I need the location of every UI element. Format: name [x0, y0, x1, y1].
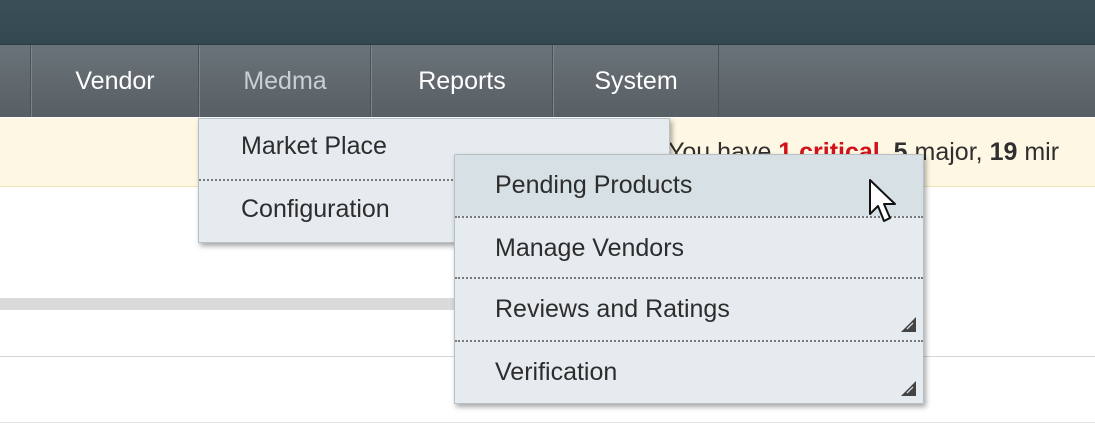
menu-item-label: Reviews and Ratings: [495, 295, 730, 323]
main-navigation: Vendor Medma Reports System: [0, 45, 1095, 117]
menu-item-label: Manage Vendors: [495, 234, 685, 262]
nav-divider: [718, 45, 719, 117]
menu-item-label: Market Place: [241, 132, 387, 160]
menu-item-reviews-and-ratings[interactable]: Reviews and Ratings: [455, 279, 923, 340]
nav-item-vendor[interactable]: Vendor: [30, 45, 199, 117]
content-divider-band: [0, 298, 460, 310]
menu-item-label: Pending Products: [495, 171, 693, 199]
content-divider: [0, 422, 1095, 423]
minor-label: mir: [1017, 138, 1060, 166]
minor-count: 19: [989, 138, 1018, 166]
submenu-arrow-icon: [901, 381, 916, 396]
menu-item-label: Verification: [495, 358, 618, 386]
nav-item-reports[interactable]: Reports: [370, 45, 553, 117]
nav-item-system[interactable]: System: [552, 45, 719, 117]
market-place-submenu: Pending Products Manage Vendors Reviews …: [454, 154, 924, 404]
mouse-pointer-icon: [869, 179, 896, 222]
admin-header-bar: [0, 0, 1095, 45]
submenu-arrow-icon: [901, 317, 916, 332]
nav-item-medma[interactable]: Medma: [198, 45, 371, 117]
menu-item-pending-products[interactable]: Pending Products: [455, 155, 923, 216]
menu-item-manage-vendors[interactable]: Manage Vendors: [455, 218, 923, 279]
menu-item-label: Configuration: [241, 195, 390, 223]
menu-item-verification[interactable]: Verification: [455, 342, 923, 403]
